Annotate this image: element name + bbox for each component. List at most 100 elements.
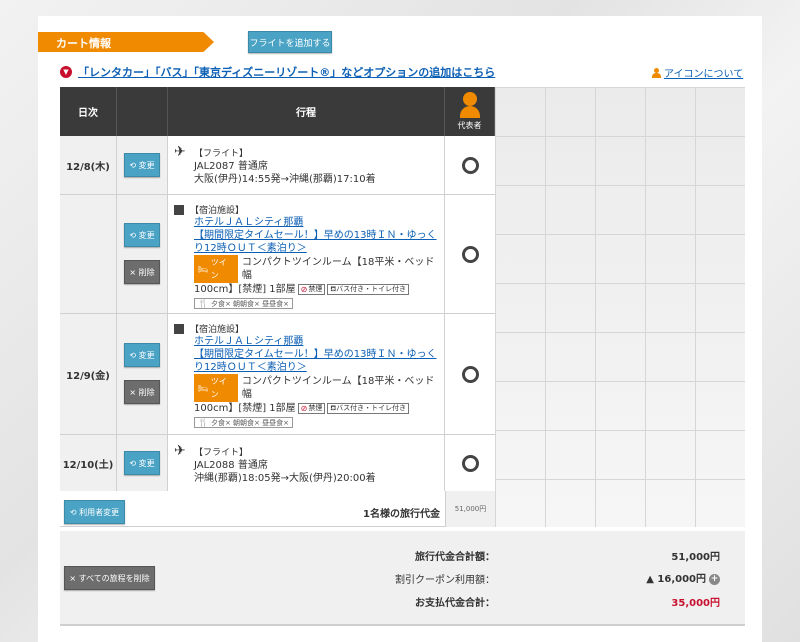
twin-badge: 🛏 ツイン bbox=[194, 255, 238, 283]
icon-about-text[interactable]: アイコンについて bbox=[664, 65, 743, 80]
bath-tag-label: バス付き・トイレ付き bbox=[336, 285, 407, 293]
fork-knife-icon: 🍴 bbox=[198, 299, 208, 308]
plan-link[interactable]: り12時ＯＵＴ＜素泊り＞ bbox=[194, 242, 440, 255]
date-label: 12/9(金) bbox=[66, 370, 110, 382]
coupon-value: ▲ 16,000円 + bbox=[600, 570, 720, 585]
item-type: 【フライト】 bbox=[194, 447, 249, 458]
change-users-label: 利用者変更 bbox=[79, 507, 120, 517]
date-cell: 12/9(金) bbox=[60, 314, 117, 434]
representative-radio[interactable] bbox=[461, 156, 479, 174]
airplane-icon: ✈ bbox=[174, 443, 186, 459]
nonsmoking-tag-label: 禁煙 bbox=[308, 285, 323, 293]
change-button[interactable]: ⟲ 変更 bbox=[124, 343, 160, 367]
option-link-text[interactable]: 「レンタカー」「バス」「東京ディズニーリゾート®」などオプションの追加はこちら bbox=[78, 64, 495, 80]
itinerary-cell: 【宿泊施設】 ホテルＪＡＬシティ那覇 【期間限定タイムセール！】早めの13時ＩＮ… bbox=[168, 314, 445, 434]
hotel-name-link[interactable]: ホテルＪＡＬシティ那覇 bbox=[194, 335, 440, 348]
col-header-itinerary: 行程 bbox=[168, 87, 445, 136]
hotel-icon bbox=[174, 323, 184, 334]
delete-button-label: 削除 bbox=[138, 387, 155, 397]
representative-cell[interactable] bbox=[445, 136, 495, 194]
date-cell: 12/10(土) bbox=[60, 435, 117, 491]
action-cell: ⟲ 変更 bbox=[117, 136, 168, 194]
add-flight-button[interactable]: フライトを追加する bbox=[248, 31, 332, 53]
meal-tag: 🍴 夕食× 朝朝食× 昼昼食× bbox=[194, 417, 294, 428]
flight-route: 大阪(伊丹)14:55発→沖縄(那覇)17:10着 bbox=[194, 174, 376, 185]
change-button-label: 変更 bbox=[138, 350, 155, 360]
change-button-label: 変更 bbox=[138, 458, 155, 468]
delete-button[interactable]: × 削除 bbox=[124, 380, 160, 404]
hotel-icon bbox=[174, 204, 184, 215]
change-users-button[interactable]: ⟲ 利用者変更 bbox=[64, 500, 125, 524]
plus-circle-icon[interactable]: + bbox=[709, 573, 720, 585]
chevron-down-icon: ▼ bbox=[60, 66, 72, 78]
itinerary-cell: ✈ 【フライト】 JAL2088 普通席 沖縄(那覇)18:05発→大阪(伊丹)2… bbox=[168, 435, 445, 491]
item-type: 【宿泊施設】 bbox=[190, 206, 245, 216]
date-label: 12/10(土) bbox=[62, 459, 114, 471]
room-name: コンパクトツインルーム【18平米・ベッド幅 bbox=[241, 257, 435, 281]
representative-icon bbox=[459, 92, 480, 118]
total-label: 旅行代金合計額： bbox=[415, 552, 495, 563]
person-icon bbox=[652, 67, 661, 78]
room-name: コンパクトツインルーム【18平米・ベッド幅 bbox=[241, 376, 435, 400]
icon-about-link[interactable]: アイコンについて bbox=[652, 65, 743, 80]
representative-radio[interactable] bbox=[461, 365, 479, 383]
item-type: 【宿泊施設】 bbox=[190, 325, 245, 335]
itinerary-cell: 【宿泊施設】 ホテルＪＡＬシティ那覇 【期間限定タイムセール！】早めの13時ＩＮ… bbox=[168, 195, 445, 313]
col-header-date: 日次 bbox=[60, 87, 117, 136]
change-button-label: 変更 bbox=[138, 160, 155, 170]
flight-route: 沖縄(那覇)18:05発→大阪(伊丹)20:00着 bbox=[194, 473, 376, 484]
delete-button-label: 削除 bbox=[138, 267, 155, 277]
no-smoking-icon: ⊘ bbox=[300, 404, 308, 413]
itinerary-cell: ✈ 【フライト】 JAL2087 普通席 大阪(伊丹)14:55発→沖縄(那覇)1… bbox=[168, 136, 445, 194]
payment-value: 35,000円 bbox=[671, 598, 720, 609]
change-button[interactable]: ⟲ 変更 bbox=[124, 223, 160, 247]
meal-tag: 🍴 夕食× 朝朝食× 昼昼食× bbox=[194, 298, 294, 309]
action-cell: ⟲ 変更 × 削除 bbox=[117, 195, 168, 313]
representative-radio[interactable] bbox=[461, 245, 479, 263]
no-smoking-icon: ⊘ bbox=[300, 285, 308, 294]
representative-cell[interactable] bbox=[445, 435, 495, 491]
total-value: 51,000円 bbox=[671, 552, 720, 563]
bath-tag: ⛾ バス付き・トイレ付き bbox=[327, 284, 410, 295]
col-header-itinerary-label: 行程 bbox=[296, 108, 316, 119]
item-type: 【フライト】 bbox=[194, 148, 249, 159]
action-cell: ⟲ 変更 × 削除 bbox=[117, 314, 168, 434]
col-header-representative: 代表者 bbox=[445, 87, 495, 136]
representative-cell[interactable] bbox=[445, 195, 495, 313]
date-cell: 12/8(木) bbox=[60, 136, 117, 194]
coupon-label: 割引クーポン利用額： bbox=[395, 575, 495, 586]
change-button[interactable]: ⟲ 変更 bbox=[124, 451, 160, 475]
hotel-name-link[interactable]: ホテルＪＡＬシティ那覇 bbox=[194, 216, 440, 229]
nonsmoking-tag-label: 禁煙 bbox=[308, 404, 323, 412]
col-header-representative-label: 代表者 bbox=[457, 121, 482, 130]
delete-button[interactable]: × 削除 bbox=[124, 260, 160, 284]
col-header-actions bbox=[117, 87, 168, 136]
plan-link[interactable]: 【期間限定タイムセール！】早めの13時ＩＮ・ゆっく bbox=[194, 229, 440, 242]
cart-title-tab: カート情報 bbox=[38, 32, 214, 52]
representative-cell[interactable] bbox=[445, 314, 495, 434]
action-cell: ⟲ 変更 bbox=[117, 435, 168, 491]
per-person-label: 1名様の旅行代金 bbox=[363, 509, 440, 520]
bath-tag: ⛾ バス付き・トイレ付き bbox=[327, 403, 410, 414]
cart-title: カート情報 bbox=[56, 37, 111, 50]
bath-tag-label: バス付き・トイレ付き bbox=[336, 404, 407, 412]
delete-all-button[interactable]: × すべての旅程を削除 bbox=[64, 566, 155, 590]
change-button-label: 変更 bbox=[138, 230, 155, 240]
flight-number: JAL2088 普通席 bbox=[194, 460, 268, 471]
change-button[interactable]: ⟲ 変更 bbox=[124, 153, 160, 177]
payment-label: お支払代金合計： bbox=[415, 598, 495, 609]
nonsmoking-tag: ⊘ 禁煙 bbox=[297, 284, 326, 295]
room-detail: 100cm】[禁煙] 1部屋 bbox=[194, 403, 296, 414]
plan-link[interactable]: り12時ＯＵＴ＜素泊り＞ bbox=[194, 361, 440, 374]
airplane-icon: ✈ bbox=[174, 144, 186, 160]
date-cell bbox=[60, 195, 117, 313]
coupon-value-text: ▲ 16,000円 bbox=[646, 574, 706, 585]
representative-radio[interactable] bbox=[461, 454, 479, 472]
twin-badge-label: ツイン bbox=[210, 258, 227, 280]
plan-link[interactable]: 【期間限定タイムセール！】早めの13時ＩＮ・ゆっく bbox=[194, 348, 440, 361]
room-detail: 100cm】[禁煙] 1部屋 bbox=[194, 284, 296, 295]
option-link[interactable]: ▼ 「レンタカー」「バス」「東京ディズニーリゾート®」などオプションの追加はこち… bbox=[60, 64, 495, 80]
flight-number: JAL2087 普通席 bbox=[194, 161, 268, 172]
meal-tag-label: 夕食× 朝朝食× 昼昼食× bbox=[210, 418, 290, 427]
twin-badge: 🛏 ツイン bbox=[194, 374, 238, 402]
